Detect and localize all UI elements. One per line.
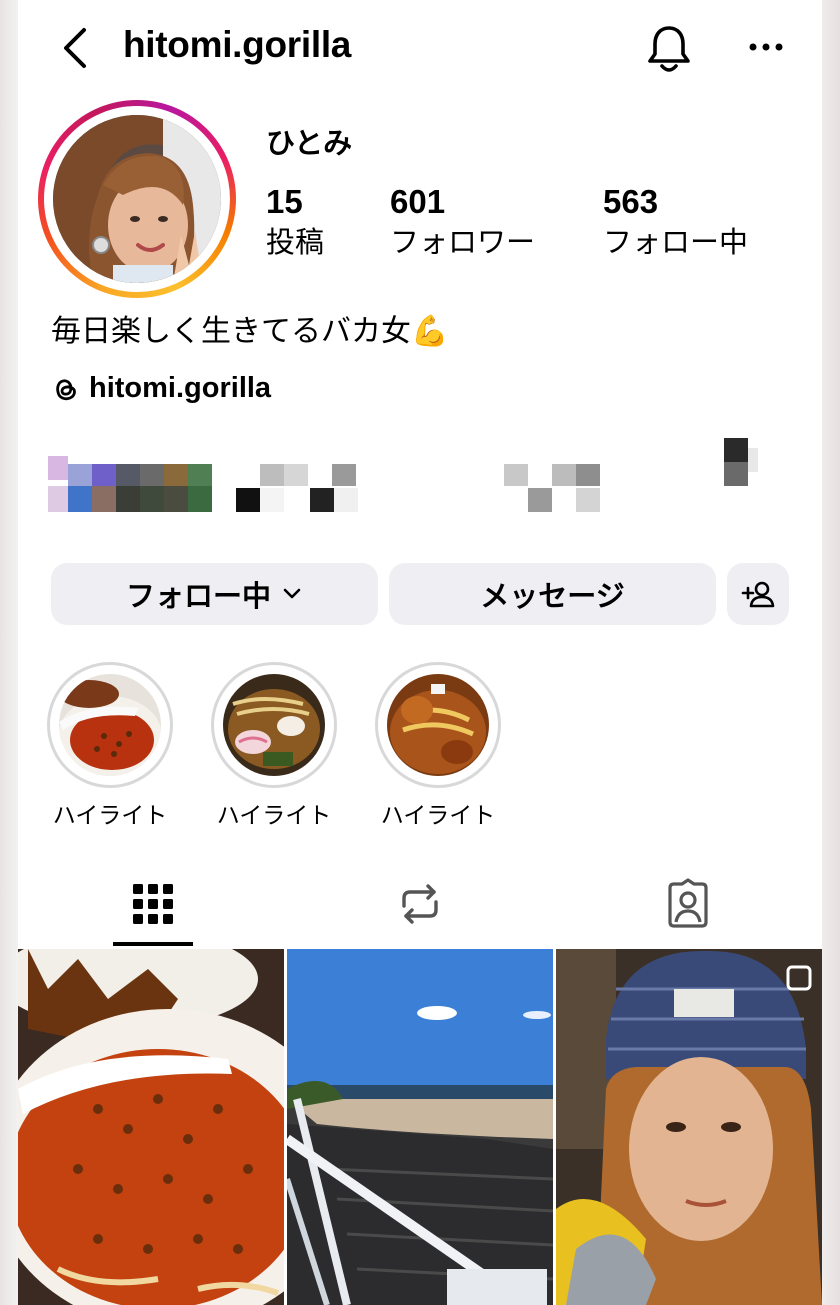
display-name: ひとみ — [266, 128, 353, 160]
grid-icon[interactable] — [127, 878, 179, 930]
stat-posts-count: 15 — [266, 183, 303, 220]
stat-following[interactable]: 563 フォロー中 — [603, 182, 748, 264]
message-button[interactable]: メッセージ — [389, 563, 716, 625]
avatar-story-ring[interactable] — [38, 100, 236, 298]
highlight-item[interactable]: ハイライト — [373, 662, 503, 830]
following-dropdown-button[interactable]: フォロー中 — [51, 563, 378, 625]
stat-followers-label: フォロワー — [390, 227, 536, 259]
post-thumbnail[interactable] — [556, 949, 822, 1305]
highlight-label: ハイライト — [52, 802, 168, 828]
stat-following-count: 563 — [603, 183, 659, 220]
post-thumbnail[interactable] — [18, 949, 284, 1305]
stat-posts[interactable]: 15 投稿 — [266, 182, 324, 264]
top-bar: hitomi.gorilla — [18, 0, 822, 96]
threads-handle: hitomi.gorilla — [89, 372, 272, 404]
avatar — [53, 115, 221, 283]
highlight-thumbnail — [387, 674, 489, 776]
stat-followers-count: 601 — [390, 183, 446, 220]
highlight-item[interactable]: ハイライト — [45, 662, 175, 830]
tagged-icon[interactable] — [662, 878, 714, 930]
stat-followers[interactable]: 601 フォロワー — [390, 182, 535, 264]
profile-username: hitomi.gorilla — [123, 24, 352, 65]
chevron-down-icon — [283, 588, 301, 599]
threads-icon — [56, 378, 76, 400]
highlight-item[interactable]: ハイライト — [209, 662, 339, 830]
active-tab-indicator — [113, 942, 193, 946]
bio-text: 毎日楽しく生きてるバカ女💪 — [51, 315, 449, 348]
highlight-label: ハイライト — [216, 802, 332, 828]
threads-link[interactable]: hitomi.gorilla — [51, 372, 271, 405]
stat-following-label: フォロー中 — [603, 227, 749, 259]
add-user-button[interactable] — [727, 563, 789, 625]
message-button-label: メッセージ — [480, 581, 625, 613]
profile-screen: hitomi.gorilla ひとみ 15 投稿 601 フォロワー 563 フ… — [18, 0, 822, 1305]
highlight-label: ハイライト — [380, 802, 496, 828]
following-button-label: フォロー中 — [125, 581, 271, 613]
add-user-icon — [741, 581, 775, 608]
post-thumbnail[interactable] — [287, 949, 553, 1305]
back-arrow-icon[interactable] — [56, 24, 96, 72]
mosaic-redacted-link-row — [48, 438, 758, 512]
more-icon[interactable] — [746, 30, 786, 64]
stat-posts-label: 投稿 — [266, 227, 325, 259]
highlight-thumbnail — [223, 674, 325, 776]
highlight-thumbnail — [59, 674, 161, 776]
bell-icon[interactable] — [645, 22, 693, 74]
post-grid — [18, 949, 822, 1305]
reels-repost-icon[interactable] — [394, 878, 446, 930]
